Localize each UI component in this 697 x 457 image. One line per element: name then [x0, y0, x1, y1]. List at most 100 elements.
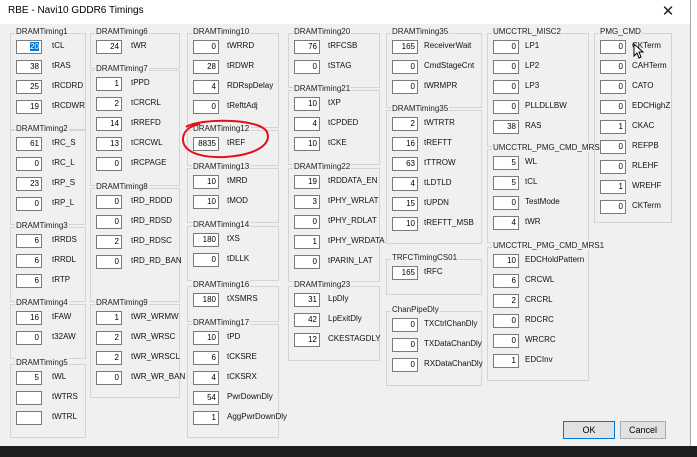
timing-value-input[interactable]: 19	[294, 175, 320, 189]
timing-value-input[interactable]: 0	[493, 334, 519, 348]
timing-value-input[interactable]: 38	[493, 120, 519, 134]
timing-value-input[interactable]: 4	[392, 177, 418, 191]
timing-value-input[interactable]: 6	[16, 234, 42, 248]
timing-value-input[interactable]: 10	[294, 97, 320, 111]
timing-value-input[interactable]: 6	[16, 274, 42, 288]
timing-value-input[interactable]: 2	[96, 351, 122, 365]
timing-value-input[interactable]: 1	[493, 354, 519, 368]
timing-value-input[interactable]: 0	[600, 60, 626, 74]
timing-value-input[interactable]: 0	[16, 331, 42, 345]
timing-value-input[interactable]: 6	[193, 351, 219, 365]
timing-value-input[interactable]: 16	[16, 311, 42, 325]
timing-value-input[interactable]: 28	[193, 60, 219, 74]
timing-value-input[interactable]: 14	[96, 117, 122, 131]
timing-value-input[interactable]: 4	[193, 371, 219, 385]
timing-value-input[interactable]: 0	[600, 140, 626, 154]
timing-value-input[interactable]: 1	[96, 311, 122, 325]
timing-value-input[interactable]: 0	[392, 338, 418, 352]
timing-value-input[interactable]: 0	[294, 60, 320, 74]
timing-value-input[interactable]: 0	[600, 100, 626, 114]
timing-value-input[interactable]: 10	[392, 217, 418, 231]
timing-value-input[interactable]: 165	[392, 266, 418, 280]
timing-value-input[interactable]: 180	[193, 233, 219, 247]
timing-value-input[interactable]: 4	[294, 117, 320, 131]
timing-value-input[interactable]: 19	[16, 100, 42, 114]
timing-value-input[interactable]: 13	[96, 137, 122, 151]
timing-value-input[interactable]: 180	[193, 293, 219, 307]
timing-value-input[interactable]: 165	[392, 40, 418, 54]
timing-value-input[interactable]: 15	[392, 197, 418, 211]
timing-value-input[interactable]: 0	[294, 255, 320, 269]
timing-value-input[interactable]: 4	[193, 80, 219, 94]
timing-value-input[interactable]	[16, 411, 42, 425]
timing-value-input[interactable]: 0	[96, 215, 122, 229]
timing-value-input[interactable]: 76	[294, 40, 320, 54]
timing-value-input[interactable]: 0	[392, 60, 418, 74]
timing-value-input[interactable]: 0	[493, 100, 519, 114]
timing-value-input[interactable]: 20	[16, 40, 42, 54]
timing-value-input[interactable]: 10	[193, 195, 219, 209]
timing-value-input[interactable]: 5	[493, 176, 519, 190]
timing-value-input[interactable]: 0	[96, 371, 122, 385]
timing-value-input[interactable]: 23	[16, 177, 42, 191]
timing-value-input[interactable]: 0	[493, 314, 519, 328]
timing-value-input[interactable]: 2	[493, 294, 519, 308]
timing-value-input[interactable]: 25	[16, 80, 42, 94]
timing-value-input[interactable]: 54	[193, 391, 219, 405]
timing-value-input[interactable]: 4	[493, 216, 519, 230]
timing-value-input[interactable]: 16	[392, 137, 418, 151]
timing-value-input[interactable]: 5	[16, 371, 42, 385]
timing-value-input[interactable]: 0	[392, 80, 418, 94]
timing-value-input[interactable]: 61	[16, 137, 42, 151]
timing-value-input[interactable]: 0	[193, 253, 219, 267]
timing-value-input[interactable]: 0	[600, 160, 626, 174]
ok-button[interactable]: OK	[563, 421, 615, 439]
timing-value-input[interactable]: 0	[600, 40, 626, 54]
timing-value-input[interactable]: 10	[193, 175, 219, 189]
timing-value-input[interactable]: 2	[96, 235, 122, 249]
timing-value-input[interactable]: 0	[493, 80, 519, 94]
timing-value-input[interactable]: 10	[193, 331, 219, 345]
timing-value-input[interactable]: 2	[96, 97, 122, 111]
timing-value-input[interactable]: 2	[392, 117, 418, 131]
timing-value-input[interactable]: 1	[96, 77, 122, 91]
timing-value-input[interactable]: 10	[493, 254, 519, 268]
timing-value-input[interactable]: 1	[294, 235, 320, 249]
timing-value-input[interactable]: 0	[493, 40, 519, 54]
timing-value-input[interactable]: 1	[600, 180, 626, 194]
timing-value-input[interactable]: 0	[96, 195, 122, 209]
timing-value-input[interactable]: 0	[16, 157, 42, 171]
timing-row: 25 tRCDRD	[16, 80, 83, 94]
timing-value-input[interactable]: 12	[294, 333, 320, 347]
timing-value-input[interactable]: 38	[16, 60, 42, 74]
close-icon[interactable]: ✕	[660, 4, 676, 20]
timing-value-input[interactable]: 42	[294, 313, 320, 327]
timing-value-input[interactable]: 6	[493, 274, 519, 288]
timing-value-input[interactable]: 6	[16, 254, 42, 268]
timing-value-input[interactable]: 0	[96, 157, 122, 171]
timing-value-input[interactable]: 1	[193, 411, 219, 425]
timing-value-input[interactable]: 8835	[193, 137, 219, 151]
timing-value-input[interactable]: 0	[493, 196, 519, 210]
timing-value-input[interactable]: 0	[392, 358, 418, 372]
timing-value-input[interactable]: 0	[493, 60, 519, 74]
group-dt20: DRAMTiming20 76 tRFCSB 0 tSTAG	[288, 27, 380, 88]
timing-value-input[interactable]: 63	[392, 157, 418, 171]
timing-value-input[interactable]: 10	[294, 137, 320, 151]
timing-value-input[interactable]: 0	[96, 255, 122, 269]
timing-value-input[interactable]: 31	[294, 293, 320, 307]
timing-value-input[interactable]: 0	[294, 215, 320, 229]
timing-value-input[interactable]: 0	[16, 197, 42, 211]
timing-value-input[interactable]: 0	[600, 80, 626, 94]
timing-value-input[interactable]: 0	[193, 100, 219, 114]
cancel-button[interactable]: Cancel	[620, 421, 666, 439]
timing-value-input[interactable]: 3	[294, 195, 320, 209]
timing-value-input[interactable]: 24	[96, 40, 122, 54]
timing-value-input[interactable]: 5	[493, 156, 519, 170]
timing-value-input[interactable]: 0	[600, 200, 626, 214]
timing-value-input[interactable]: 0	[392, 318, 418, 332]
timing-value-input[interactable]: 0	[193, 40, 219, 54]
timing-value-input[interactable]: 2	[96, 331, 122, 345]
timing-value-input[interactable]	[16, 391, 42, 405]
timing-value-input[interactable]: 1	[600, 120, 626, 134]
